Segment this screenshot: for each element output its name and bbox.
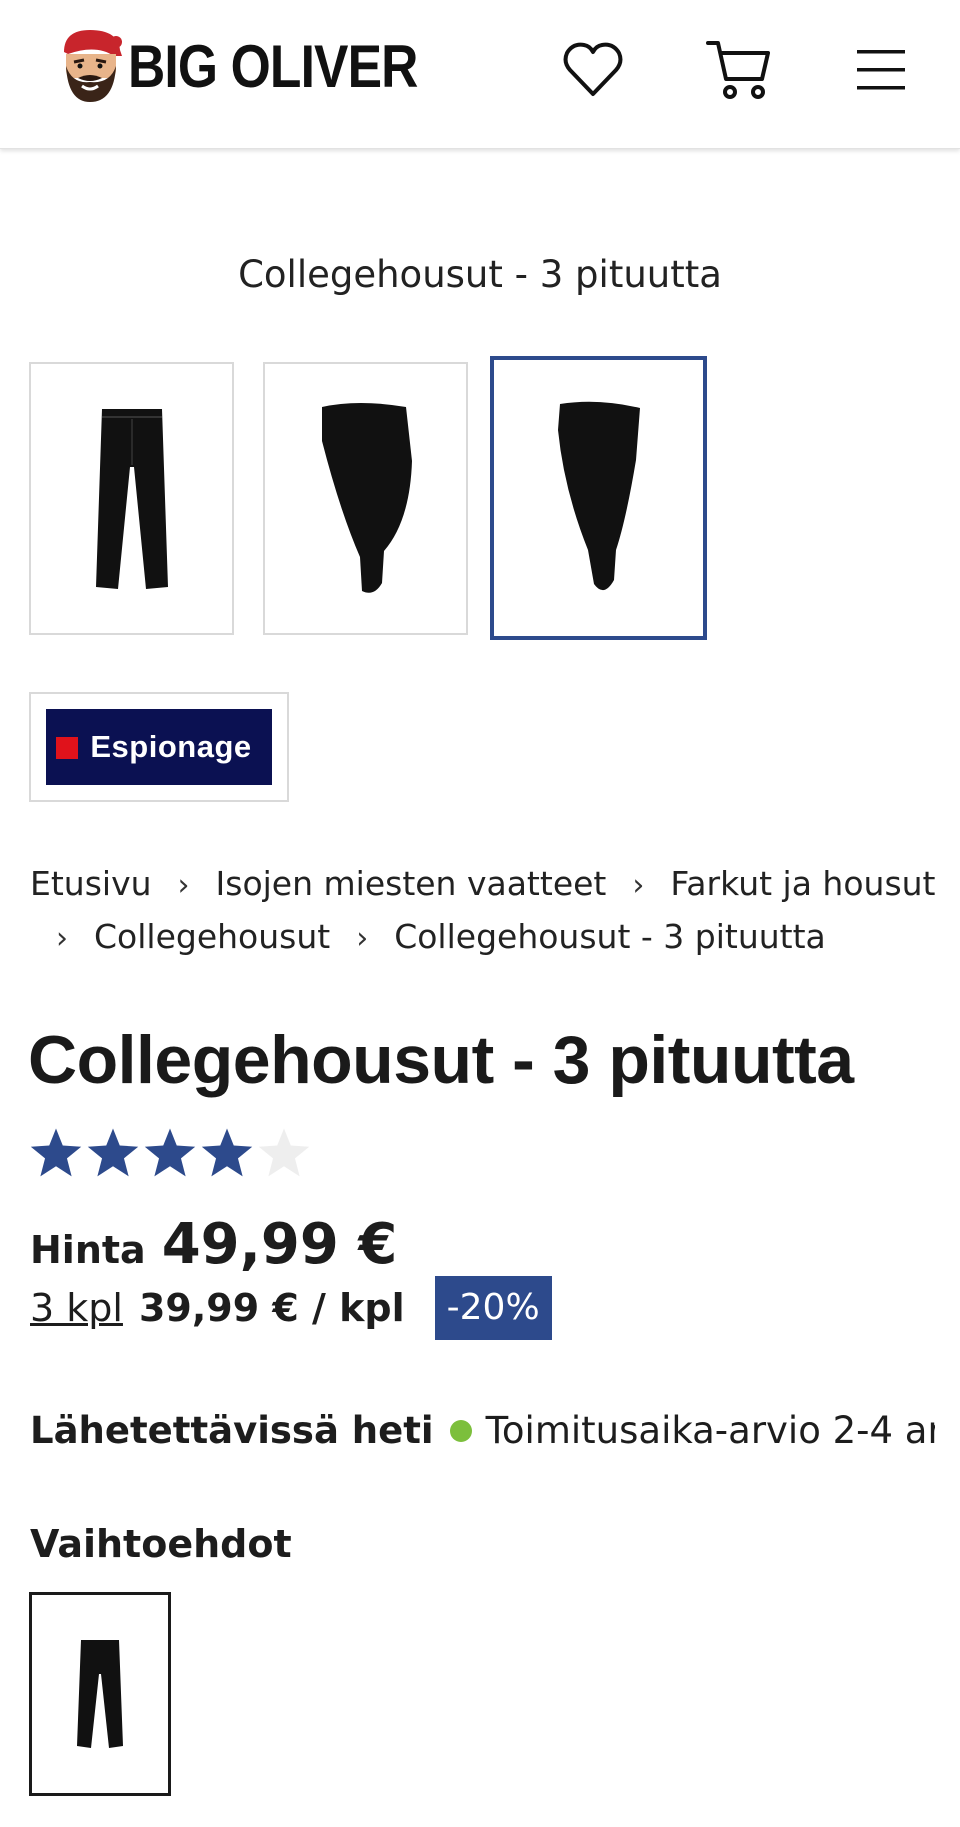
star-rating[interactable] — [28, 1126, 313, 1180]
gallery-title: Collegehousut - 3 pituutta — [238, 253, 722, 296]
availability-label: Lähetettävissä heti — [30, 1409, 434, 1452]
availability-row: Lähetettävissä heti Toimitusaika-arvio 2… — [30, 1406, 935, 1456]
price-row: Hinta 49,99 € — [30, 1212, 397, 1277]
price-label: Hinta — [30, 1228, 146, 1272]
variant-option[interactable] — [29, 1592, 171, 1796]
pants-side-cropped-image — [557, 401, 640, 591]
product-thumbnail-front[interactable] — [29, 362, 234, 635]
pants-front-image — [95, 408, 168, 589]
chevron-right-icon: › — [356, 921, 369, 956]
star-filled-icon — [87, 1128, 139, 1177]
espionage-brand-logo: Espionage — [46, 709, 272, 785]
product-thumbnail-side-cropped[interactable] — [490, 356, 707, 640]
star-empty-icon — [258, 1128, 310, 1177]
brand-name: BIG OLIVER — [128, 33, 418, 100]
site-header: BIG OLIVER — [0, 0, 960, 149]
bulk-unit-price: 39,99 € / kpl — [138, 1286, 405, 1330]
site-logo[interactable]: BIG OLIVER — [56, 26, 426, 106]
product-title: Collegehousut - 3 pituutta — [28, 1022, 854, 1098]
price-value: 49,99 € — [161, 1212, 398, 1277]
star-filled-icon — [144, 1128, 196, 1177]
shopping-cart-icon[interactable] — [699, 30, 779, 110]
chevron-right-icon: › — [177, 868, 190, 903]
pants-side-image — [321, 402, 412, 593]
star-filled-icon — [30, 1128, 82, 1177]
delivery-estimate: Toimitusaika-arvio 2-4 arkipäivää — [485, 1409, 935, 1452]
breadcrumb-item-current[interactable]: Collegehousut - 3 pituutta — [394, 917, 826, 956]
bulk-price-row: 3 kpl 39,99 € / kpl -20% — [30, 1276, 552, 1340]
chevron-right-icon: › — [632, 868, 645, 903]
pants-variant-image — [77, 1640, 123, 1748]
star-filled-icon — [201, 1128, 253, 1177]
breadcrumb-item-subcategory[interactable]: Farkut ja housut — [670, 864, 935, 903]
breadcrumb-item-home[interactable]: Etusivu — [30, 864, 152, 903]
brand-logo-text: Espionage — [90, 729, 252, 764]
chevron-right-icon: › — [56, 921, 68, 956]
breadcrumb-item-category[interactable]: Isojen miesten vaatteet — [216, 864, 607, 903]
brand-red-square-icon — [56, 737, 78, 759]
discount-badge: -20% — [434, 1276, 552, 1340]
variants-label: Vaihtoehdot — [30, 1522, 292, 1566]
menu-hamburger-icon[interactable] — [841, 30, 921, 110]
in-stock-dot-icon — [449, 1420, 472, 1442]
bulk-quantity-link[interactable]: 3 kpl — [30, 1286, 123, 1330]
product-thumbnail-side[interactable] — [263, 362, 468, 635]
breadcrumb: Etusivu › Isojen miesten vaatteet › Farkut j… — [30, 858, 950, 964]
breadcrumb-item-collegehousut[interactable]: Collegehousut — [94, 917, 330, 956]
brand-logo-box[interactable]: Espionage — [29, 692, 289, 802]
bearded-man-logo-icon — [64, 30, 122, 102]
wishlist-heart-icon[interactable] — [553, 30, 633, 110]
